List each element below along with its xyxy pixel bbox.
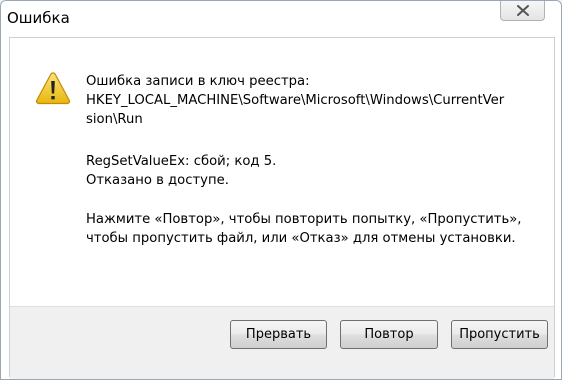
access-denied-line: Отказано в доступе. <box>86 173 229 188</box>
error-code-line: RegSetValueEx: сбой; код 5. <box>86 154 277 169</box>
registry-path-line: HKEY_LOCAL_MACHINE\Software\Microsoft\Wi… <box>86 93 505 108</box>
registry-path-line: sion\Run <box>86 112 143 127</box>
title-bar[interactable]: Ошибка <box>1 1 561 37</box>
warning-icon <box>35 72 71 105</box>
abort-button[interactable]: Прервать <box>230 320 327 349</box>
close-icon <box>517 5 529 16</box>
close-button[interactable] <box>500 1 545 21</box>
error-message: Ошибка записи в ключ реестра: HKEY_LOCAL… <box>86 72 546 248</box>
ignore-button[interactable]: Пропустить <box>451 320 548 349</box>
dialog-content: Ошибка записи в ключ реестра: HKEY_LOCAL… <box>9 37 555 379</box>
retry-button[interactable]: Повтор <box>340 320 438 349</box>
button-bar: Прервать Повтор Пропустить <box>10 306 554 379</box>
error-dialog: Ошибка Ошибка записи в ключ реестра: HKE… <box>0 0 562 380</box>
window-title: Ошибка <box>7 9 70 27</box>
instruction-line: Нажмите «Повтор», чтобы повторить попытк… <box>86 212 522 227</box>
instruction-line: чтобы пропустить файл, или «Отказ» для о… <box>86 231 516 246</box>
message-line: Ошибка записи в ключ реестра: <box>86 74 310 89</box>
